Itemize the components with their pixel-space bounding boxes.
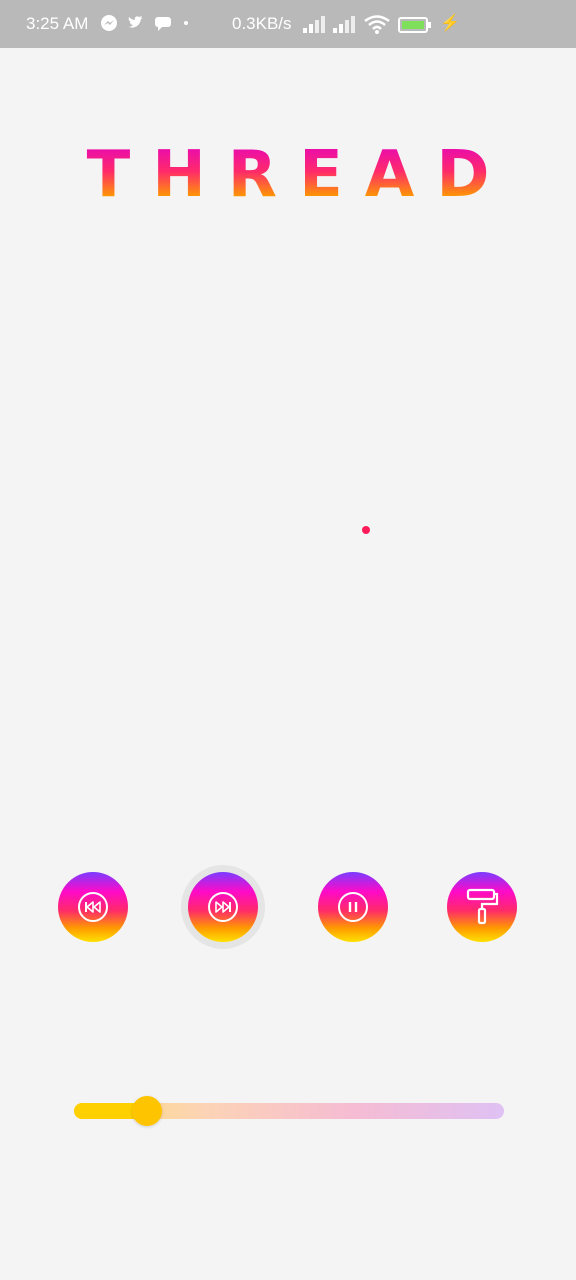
thread-dot xyxy=(362,526,370,534)
battery-icon xyxy=(398,17,431,33)
app-title: THREAD xyxy=(0,138,576,212)
paint-roller-button[interactable] xyxy=(447,872,517,942)
paint-roller-icon xyxy=(466,888,499,925)
rewind-button[interactable] xyxy=(58,872,128,942)
net-speed: 0.3KB/s xyxy=(232,14,292,33)
status-bar: 3:25 AM 0.3KB/s ⚡ xyxy=(0,0,576,48)
charging-icon: ⚡ xyxy=(440,15,460,32)
twitter-icon xyxy=(128,16,143,28)
signal-2-icon xyxy=(333,16,355,33)
signal-icon xyxy=(303,16,325,33)
wifi-icon xyxy=(364,15,390,34)
chat-icon xyxy=(155,17,171,31)
fast-forward-button[interactable] xyxy=(188,872,258,942)
status-time: 3:25 AM xyxy=(26,14,89,33)
messenger-icon xyxy=(101,15,117,31)
drawing-canvas[interactable] xyxy=(0,240,576,840)
pause-icon xyxy=(338,892,368,922)
rewind-icon xyxy=(78,892,108,922)
pause-button[interactable] xyxy=(318,872,388,942)
more-notifications-icon xyxy=(184,21,188,25)
fast-forward-icon xyxy=(208,892,238,922)
speed-slider-thumb[interactable] xyxy=(132,1096,163,1126)
